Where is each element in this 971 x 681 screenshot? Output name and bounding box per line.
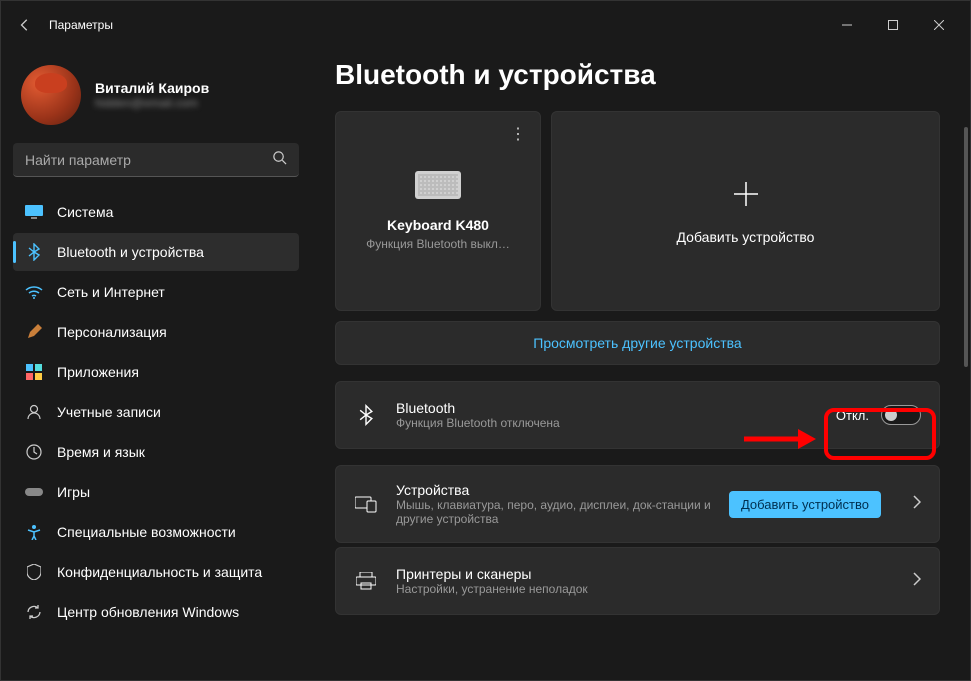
arrow-left-icon	[18, 18, 32, 32]
titlebar: Параметры	[1, 1, 970, 49]
accessibility-icon	[25, 523, 43, 541]
nav: Система Bluetooth и устройства Сеть и Ин…	[13, 193, 299, 631]
search-box	[13, 143, 299, 177]
add-device-card[interactable]: Добавить устройство	[551, 111, 940, 311]
device-card-title: Keyboard K480	[387, 217, 489, 233]
search-icon	[272, 150, 287, 170]
nav-personalization[interactable]: Персонализация	[13, 313, 299, 351]
minimize-icon	[842, 20, 852, 30]
window-title: Параметры	[49, 18, 113, 32]
device-card-subtitle: Функция Bluetooth выкл…	[366, 237, 510, 251]
person-icon	[25, 403, 43, 421]
brush-icon	[25, 323, 43, 341]
nav-label: Специальные возможности	[57, 524, 236, 540]
profile-block[interactable]: Виталий Каиров hidden@email.com	[13, 57, 299, 143]
row-subtitle: Настройки, устранение неполадок	[396, 582, 895, 596]
profile-name: Виталий Каиров	[95, 80, 209, 96]
chevron-right-icon	[913, 495, 921, 514]
search-input[interactable]	[13, 143, 299, 177]
scrollbar-thumb[interactable]	[964, 127, 968, 367]
close-icon	[934, 20, 944, 30]
close-button[interactable]	[916, 9, 962, 41]
back-button[interactable]	[9, 9, 41, 41]
nav-label: Учетные записи	[57, 404, 161, 420]
avatar	[21, 65, 81, 125]
view-more-devices-link[interactable]: Просмотреть другие устройства	[335, 321, 940, 365]
profile-email: hidden@email.com	[95, 96, 209, 110]
nav-label: Приложения	[57, 364, 139, 380]
row-printers[interactable]: Принтеры и сканеры Настройки, устранение…	[335, 547, 940, 615]
maximize-button[interactable]	[870, 9, 916, 41]
minimize-button[interactable]	[824, 9, 870, 41]
row-title: Устройства	[396, 482, 711, 498]
bluetooth-icon	[354, 404, 378, 426]
bluetooth-icon	[25, 243, 43, 261]
main-content: Bluetooth и устройства ⋮ Keyboard K480 Ф…	[311, 49, 970, 680]
nav-label: Bluetooth и устройства	[57, 244, 204, 260]
row-subtitle: Функция Bluetooth отключена	[396, 416, 818, 430]
row-bluetooth: Bluetooth Функция Bluetooth отключена От…	[335, 381, 940, 449]
nav-apps[interactable]: Приложения	[13, 353, 299, 391]
nav-label: Система	[57, 204, 113, 220]
page-title: Bluetooth и устройства	[335, 59, 940, 91]
bluetooth-toggle[interactable]	[881, 405, 921, 425]
chevron-right-icon	[913, 572, 921, 591]
apps-icon	[25, 363, 43, 381]
nav-label: Игры	[57, 484, 90, 500]
gamepad-icon	[25, 483, 43, 501]
nav-update[interactable]: Центр обновления Windows	[13, 593, 299, 631]
nav-network[interactable]: Сеть и Интернет	[13, 273, 299, 311]
row-subtitle: Мышь, клавиатура, перо, аудио, дисплеи, …	[396, 498, 711, 526]
toggle-label: Откл.	[836, 408, 869, 423]
devices-icon	[354, 495, 378, 513]
nav-label: Сеть и Интернет	[57, 284, 165, 300]
nav-system[interactable]: Система	[13, 193, 299, 231]
monitor-icon	[25, 203, 43, 221]
scrollbar[interactable]	[964, 57, 968, 680]
nav-privacy[interactable]: Конфиденциальность и защита	[13, 553, 299, 591]
nav-accounts[interactable]: Учетные записи	[13, 393, 299, 431]
add-device-label: Добавить устройство	[677, 229, 815, 245]
shield-icon	[25, 563, 43, 581]
nav-label: Центр обновления Windows	[57, 604, 239, 620]
row-devices[interactable]: Устройства Мышь, клавиатура, перо, аудио…	[335, 465, 940, 543]
keyboard-icon	[415, 171, 461, 199]
nav-label: Время и язык	[57, 444, 145, 460]
clock-globe-icon	[25, 443, 43, 461]
row-title: Bluetooth	[396, 400, 818, 416]
view-more-label: Просмотреть другие устройства	[533, 335, 741, 351]
nav-label: Конфиденциальность и защита	[57, 564, 262, 580]
row-title: Принтеры и сканеры	[396, 566, 895, 582]
nav-accessibility[interactable]: Специальные возможности	[13, 513, 299, 551]
add-device-button[interactable]: Добавить устройство	[729, 491, 881, 518]
nav-bluetooth[interactable]: Bluetooth и устройства	[13, 233, 299, 271]
nav-time[interactable]: Время и язык	[13, 433, 299, 471]
printer-icon	[354, 572, 378, 590]
plus-icon	[730, 178, 762, 215]
nav-label: Персонализация	[57, 324, 167, 340]
device-card-more-button[interactable]: ⋮	[504, 120, 532, 148]
update-icon	[25, 603, 43, 621]
wifi-icon	[25, 283, 43, 301]
maximize-icon	[888, 20, 898, 30]
sidebar: Виталий Каиров hidden@email.com Система …	[1, 49, 311, 680]
nav-gaming[interactable]: Игры	[13, 473, 299, 511]
device-card-keyboard[interactable]: ⋮ Keyboard K480 Функция Bluetooth выкл…	[335, 111, 541, 311]
